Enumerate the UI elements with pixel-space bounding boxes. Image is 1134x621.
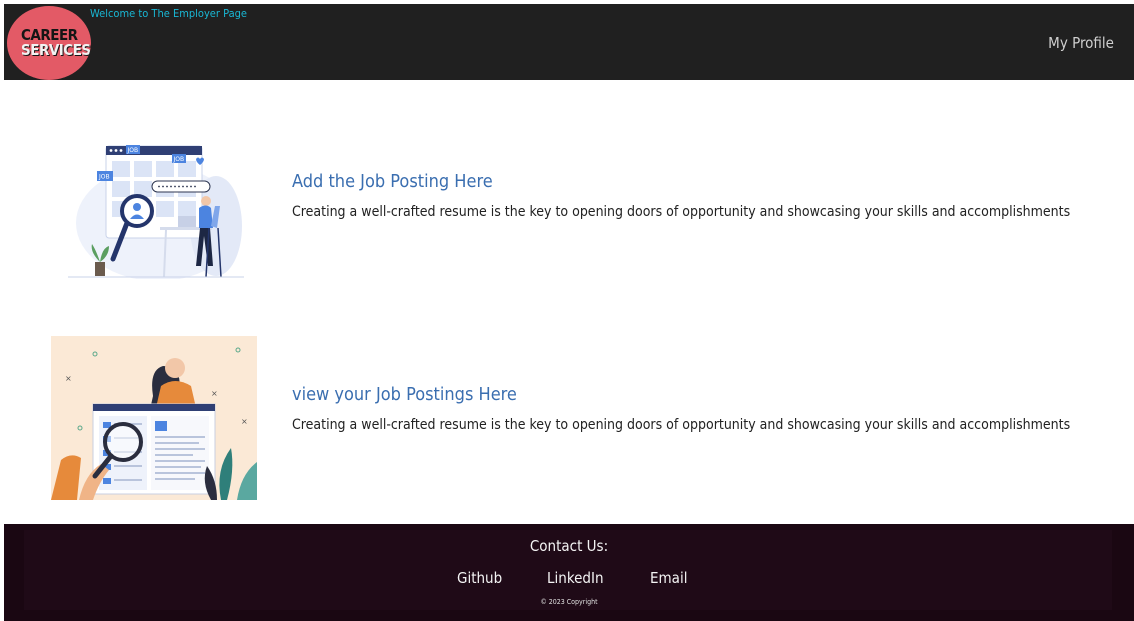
svg-text:JOB: JOB — [98, 174, 110, 181]
welcome-message: Welcome to The Employer Page — [90, 7, 248, 20]
svg-text:JOB: JOB — [127, 147, 139, 154]
add-job-posting-link[interactable]: Add the Job Posting Here — [292, 171, 493, 192]
career-services-logo[interactable]: CAREER SERVICES — [7, 6, 91, 80]
footer-links: Github LinkedIn Email — [4, 569, 1134, 589]
page: CAREER SERVICES Welcome to The Employer … — [4, 4, 1134, 621]
linkedin-link[interactable]: LinkedIn — [547, 569, 604, 587]
view-job-postings-link[interactable]: view your Job Postings Here — [292, 384, 517, 405]
job-search-illustration: JOB JOB JOB — [68, 145, 244, 279]
navbar: CAREER SERVICES Welcome to The Employer … — [4, 4, 1134, 80]
add-job-posting-description: Creating a well-crafted resume is the ke… — [292, 204, 1071, 220]
copyright-text: © 2023 Copyright — [540, 598, 598, 606]
contact-heading: Contact Us: — [529, 537, 609, 555]
github-link[interactable]: Github — [457, 569, 502, 587]
svg-text:×: × — [65, 374, 72, 383]
footer: Contact Us: Github LinkedIn Email © 2023… — [4, 524, 1134, 621]
email-link[interactable]: Email — [650, 569, 687, 587]
view-job-postings-description: Creating a well-crafted resume is the ke… — [292, 417, 1071, 433]
job-postings-illustration: × × × — [51, 336, 257, 500]
svg-text:JOB: JOB — [173, 156, 185, 163]
svg-text:×: × — [241, 417, 248, 426]
my-profile-link[interactable]: My Profile — [1048, 34, 1114, 52]
svg-text:×: × — [211, 389, 218, 398]
logo-text-services: SERVICES — [21, 41, 91, 59]
